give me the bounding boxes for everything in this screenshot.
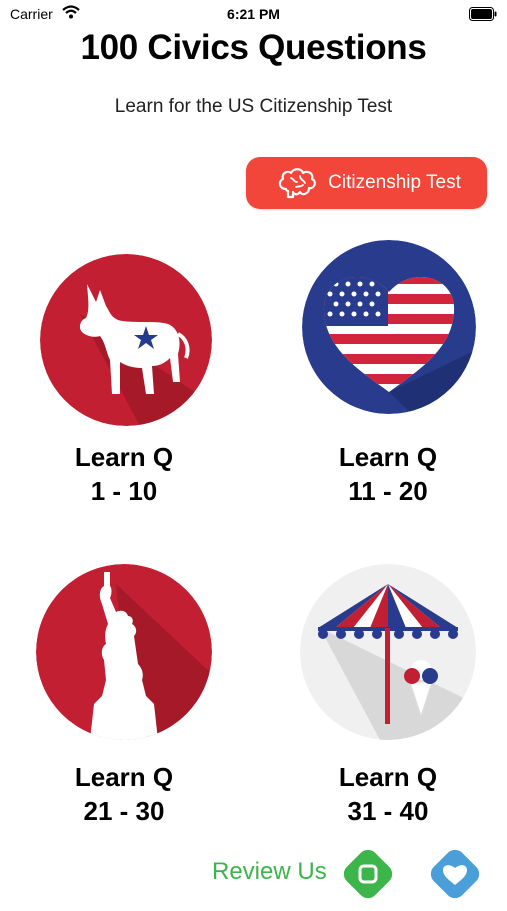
status-bar: Carrier 6:21 PM bbox=[0, 0, 507, 28]
tile-label-line2: 31 - 40 bbox=[347, 796, 429, 826]
tile-label-line2: 11 - 20 bbox=[348, 476, 428, 506]
brain-icon bbox=[278, 168, 317, 199]
tile-label-line1: Learn Q bbox=[338, 442, 438, 472]
app-store-icon bbox=[343, 849, 393, 899]
tile-label-line1: Learn Q bbox=[74, 442, 174, 472]
citizenship-test-label: Citizenship Test bbox=[328, 172, 461, 193]
donkey-icon bbox=[40, 254, 212, 426]
heart-icon bbox=[430, 849, 480, 899]
review-us-button[interactable] bbox=[336, 842, 400, 906]
tile-label-line1: Learn Q bbox=[74, 762, 174, 792]
battery-icon bbox=[469, 7, 497, 21]
page-subtitle: Learn for the US Citizenship Test bbox=[114, 96, 393, 117]
citizenship-test-button[interactable]: Citizenship Test bbox=[246, 157, 487, 209]
page-title: 100 Civics Questions bbox=[80, 28, 427, 67]
umbrella-ice-cream-icon bbox=[300, 564, 476, 740]
favorite-button[interactable] bbox=[423, 842, 487, 906]
tile-label-line2: 1 - 10 bbox=[90, 476, 158, 506]
statue-of-liberty-icon bbox=[36, 564, 212, 740]
tile-label-line2: 21 - 30 bbox=[83, 796, 165, 826]
tile-label-line1: Learn Q bbox=[338, 762, 438, 792]
review-us-label[interactable]: Review Us bbox=[212, 858, 327, 886]
flag-heart-icon bbox=[302, 240, 476, 414]
status-time: 6:21 PM bbox=[227, 6, 280, 22]
